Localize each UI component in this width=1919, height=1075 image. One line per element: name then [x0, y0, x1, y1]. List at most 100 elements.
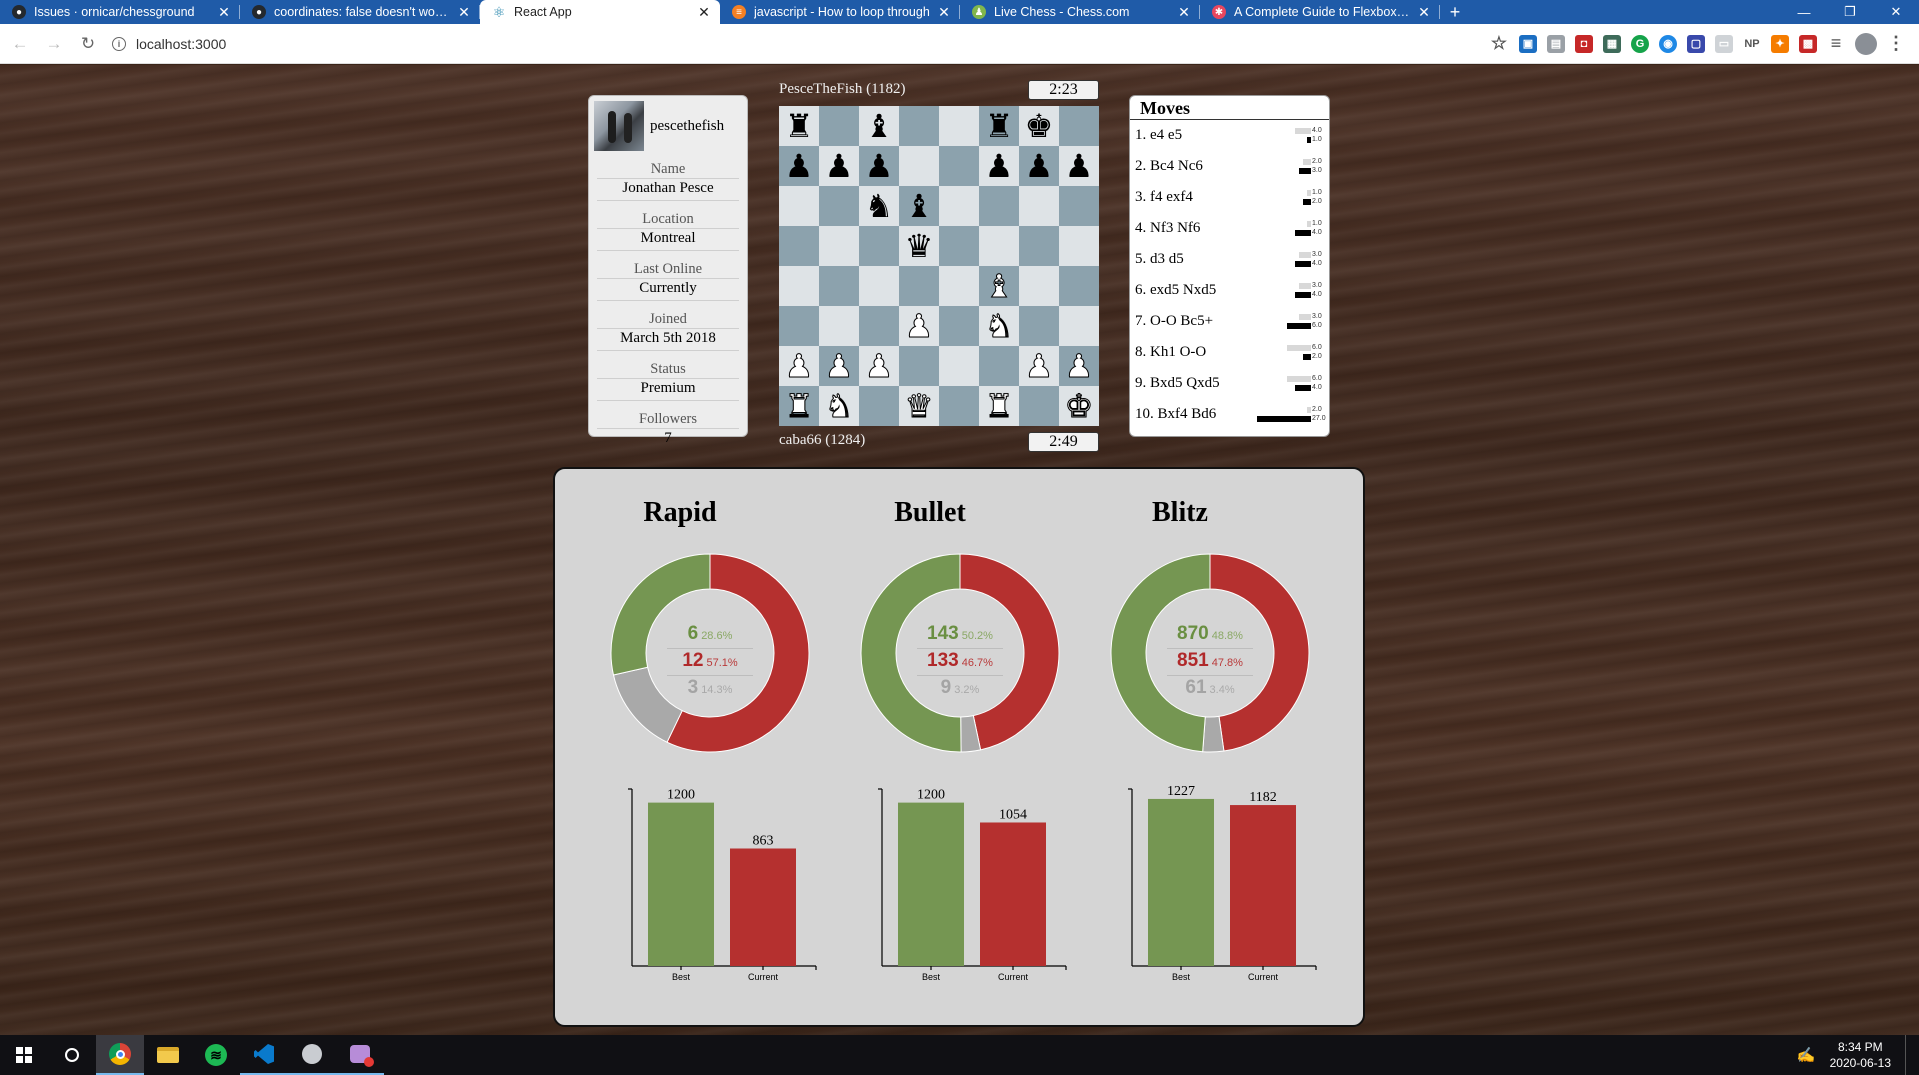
- board-square[interactable]: [1019, 186, 1059, 226]
- board-square[interactable]: [859, 386, 899, 426]
- tab-close-icon[interactable]: ✕: [1176, 4, 1192, 21]
- board-square[interactable]: [939, 306, 979, 346]
- black-bishop-icon[interactable]: ♝: [905, 190, 934, 222]
- tab-close-icon[interactable]: ✕: [936, 4, 952, 21]
- spotify-icon[interactable]: ≋: [192, 1035, 240, 1075]
- black-rook-icon[interactable]: ♜: [785, 110, 814, 142]
- board-square[interactable]: [899, 266, 939, 306]
- windows-start-icon[interactable]: [0, 1035, 48, 1075]
- board-square[interactable]: [1019, 266, 1059, 306]
- pocket-icon[interactable]: ◘: [1575, 34, 1593, 53]
- browser-tab[interactable]: ≡ javascript - How to loop through ✕: [720, 0, 960, 24]
- board-square[interactable]: [819, 106, 859, 146]
- board-square[interactable]: ♟: [779, 146, 819, 186]
- board-square[interactable]: [939, 226, 979, 266]
- board-square[interactable]: ♜: [779, 386, 819, 426]
- white-king-icon[interactable]: ♚: [1064, 390, 1094, 423]
- board-square[interactable]: [819, 226, 859, 266]
- move-row[interactable]: 8. Kh1 O-O 6.0 2.0: [1130, 337, 1329, 368]
- board-square[interactable]: ♟: [819, 146, 859, 186]
- pen-icon[interactable]: ✍: [1797, 1046, 1816, 1064]
- board-square[interactable]: [859, 266, 899, 306]
- white-pawn-icon[interactable]: ♟: [824, 350, 854, 383]
- board-square[interactable]: ♜: [979, 106, 1019, 146]
- board-square[interactable]: [1059, 106, 1099, 146]
- board-square[interactable]: [1059, 226, 1099, 266]
- board-square[interactable]: ♜: [979, 386, 1019, 426]
- board-square[interactable]: [1059, 266, 1099, 306]
- browser-tab[interactable]: ✱ A Complete Guide to Flexbox | C ✕: [1200, 0, 1440, 24]
- move-row[interactable]: 7. O-O Bc5+ 3.0 6.0: [1130, 306, 1329, 337]
- board-square[interactable]: ♟: [1019, 346, 1059, 386]
- board-square[interactable]: [819, 186, 859, 226]
- board-square[interactable]: ♟: [1059, 346, 1099, 386]
- restore-icon[interactable]: ❐: [1827, 0, 1873, 24]
- black-knight-icon[interactable]: ♞: [865, 190, 894, 222]
- board-square[interactable]: [819, 266, 859, 306]
- extension-icon[interactable]: ✦: [1771, 34, 1789, 53]
- board-square[interactable]: [979, 186, 1019, 226]
- forward-icon[interactable]: →: [40, 30, 68, 58]
- black-queen-icon[interactable]: ♛: [905, 230, 934, 262]
- notifications-icon[interactable]: [1905, 1035, 1919, 1075]
- board-square[interactable]: [979, 226, 1019, 266]
- board-square[interactable]: ♝: [979, 266, 1019, 306]
- board-square[interactable]: [899, 346, 939, 386]
- board-square[interactable]: ♟: [859, 346, 899, 386]
- profile-avatar[interactable]: [1855, 32, 1877, 55]
- board-square[interactable]: [899, 106, 939, 146]
- file-explorer-icon[interactable]: [144, 1035, 192, 1075]
- black-pawn-icon[interactable]: ♟: [1025, 150, 1054, 182]
- tab-close-icon[interactable]: ✕: [216, 4, 232, 21]
- move-row[interactable]: 10. Bxf4 Bd6 2.0 27.0: [1130, 399, 1329, 430]
- board-square[interactable]: ♝: [899, 186, 939, 226]
- black-king-icon[interactable]: ♚: [1025, 110, 1054, 142]
- board-square[interactable]: ♟: [779, 346, 819, 386]
- close-window-icon[interactable]: ✕: [1873, 0, 1919, 24]
- move-row[interactable]: 6. exd5 Nxd5 3.0 4.0: [1130, 275, 1329, 306]
- white-rook-icon[interactable]: ♜: [784, 390, 814, 423]
- black-pawn-icon[interactable]: ♟: [865, 150, 894, 182]
- board-square[interactable]: ♞: [819, 386, 859, 426]
- board-square[interactable]: [939, 266, 979, 306]
- white-pawn-icon[interactable]: ♟: [1024, 350, 1054, 383]
- move-row[interactable]: 4. Nf3 Nf6 1.0 4.0: [1130, 213, 1329, 244]
- board-square[interactable]: ♟: [859, 146, 899, 186]
- clock-area[interactable]: 8:34 PM 2020-06-13: [1830, 1039, 1891, 1071]
- extension-icon[interactable]: ▦: [1603, 34, 1621, 53]
- board-square[interactable]: ♟: [899, 306, 939, 346]
- document-icon[interactable]: ▭: [1715, 34, 1733, 53]
- board-square[interactable]: [859, 226, 899, 266]
- board-square[interactable]: ♛: [899, 226, 939, 266]
- board-square[interactable]: [899, 146, 939, 186]
- board-square[interactable]: [939, 106, 979, 146]
- board-square[interactable]: [979, 346, 1019, 386]
- board-square[interactable]: [779, 306, 819, 346]
- extension-icon[interactable]: ▩: [1799, 34, 1817, 53]
- bookmark-star-icon[interactable]: ☆: [1489, 33, 1509, 53]
- browser-tab[interactable]: ● coordinates: false doesn't work · ✕: [240, 0, 480, 24]
- board-square[interactable]: [939, 346, 979, 386]
- browser-tab[interactable]: ⚛ React App ✕: [480, 0, 720, 24]
- black-pawn-icon[interactable]: ♟: [985, 150, 1014, 182]
- board-square[interactable]: ♚: [1059, 386, 1099, 426]
- board-square[interactable]: ♛: [899, 386, 939, 426]
- board-square[interactable]: [779, 226, 819, 266]
- vscode-icon[interactable]: [240, 1035, 288, 1075]
- black-rook-icon[interactable]: ♜: [985, 110, 1014, 142]
- board-square[interactable]: ♝: [859, 106, 899, 146]
- board-square[interactable]: [779, 186, 819, 226]
- media-icon[interactable]: ≡: [1827, 33, 1845, 53]
- extension-icon[interactable]: ▢: [1687, 34, 1705, 53]
- browser-tab[interactable]: ♟ Live Chess - Chess.com ✕: [960, 0, 1200, 24]
- new-tab-button[interactable]: +: [1440, 0, 1470, 24]
- board-square[interactable]: ♞: [979, 306, 1019, 346]
- cortana-icon[interactable]: [48, 1035, 96, 1075]
- np-extension-icon[interactable]: NP: [1743, 35, 1761, 53]
- extension-icon[interactable]: ▤: [1547, 34, 1565, 53]
- white-pawn-icon[interactable]: ♟: [1064, 350, 1094, 383]
- black-pawn-icon[interactable]: ♟: [825, 150, 854, 182]
- tab-close-icon[interactable]: ✕: [696, 4, 712, 21]
- board-square[interactable]: [1019, 306, 1059, 346]
- board-square[interactable]: [819, 306, 859, 346]
